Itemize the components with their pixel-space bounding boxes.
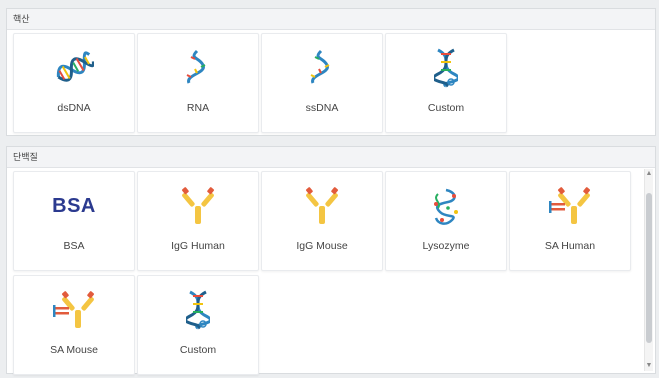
tile-igg-human[interactable]: IgG Human — [137, 171, 259, 271]
tile-igg-mouse[interactable]: IgG Mouse — [261, 171, 383, 271]
nucleic-acid-panel: 핵산 dsDNA RNA ssDNA Custom — [6, 8, 656, 136]
tile-label: SA Human — [544, 240, 596, 252]
tile-label: dsDNA — [57, 102, 91, 114]
sa-antibody-icon — [510, 186, 630, 226]
tile-custom-protein[interactable]: Custom — [137, 275, 259, 375]
dsdna-icon — [14, 48, 134, 88]
tile-sa-mouse[interactable]: SA Mouse — [13, 275, 135, 375]
protein-panel-title: 단백질 — [7, 147, 655, 168]
tile-dsdna[interactable]: dsDNA — [13, 33, 135, 133]
tile-label: IgG Mouse — [296, 240, 348, 252]
sa-antibody-icon — [14, 290, 134, 330]
tile-label: RNA — [186, 102, 210, 114]
tile-label: Custom — [179, 344, 217, 356]
protein-panel: 단백질 BSA BSA IgG Human IgG Mouse Lysozyme… — [6, 146, 656, 375]
custom-dna-icon — [138, 290, 258, 330]
tile-label: Custom — [427, 102, 465, 114]
tile-label: BSA — [63, 240, 85, 252]
scroll-up-arrow-icon[interactable]: ▲ — [645, 169, 653, 179]
tile-bsa[interactable]: BSA BSA — [13, 171, 135, 271]
scroll-down-arrow-icon[interactable]: ▼ — [645, 361, 653, 371]
tile-label: ssDNA — [305, 102, 339, 114]
bsa-icon: BSA — [14, 186, 134, 226]
tile-ssdna[interactable]: ssDNA — [261, 33, 383, 133]
tile-sa-human[interactable]: SA Human — [509, 171, 631, 271]
bsa-icon-text: BSA — [52, 194, 96, 217]
tile-rna[interactable]: RNA — [137, 33, 259, 133]
protein-panel-scrollbar[interactable]: ▲ ▼ — [644, 169, 653, 371]
antibody-icon — [138, 186, 258, 226]
tile-lysozyme[interactable]: Lysozyme — [385, 171, 507, 271]
custom-dna-icon — [386, 48, 506, 88]
ssdna-icon — [262, 48, 382, 88]
nucleic-acid-panel-title: 핵산 — [7, 9, 655, 30]
scroll-thumb[interactable] — [646, 193, 652, 343]
tile-label: Lysozyme — [422, 240, 470, 252]
rna-icon — [138, 48, 258, 88]
tile-label: IgG Human — [171, 240, 225, 252]
lysozyme-icon — [386, 186, 506, 226]
tile-custom-nucleic[interactable]: Custom — [385, 33, 507, 133]
tile-label: SA Mouse — [50, 344, 98, 356]
antibody-icon — [262, 186, 382, 226]
